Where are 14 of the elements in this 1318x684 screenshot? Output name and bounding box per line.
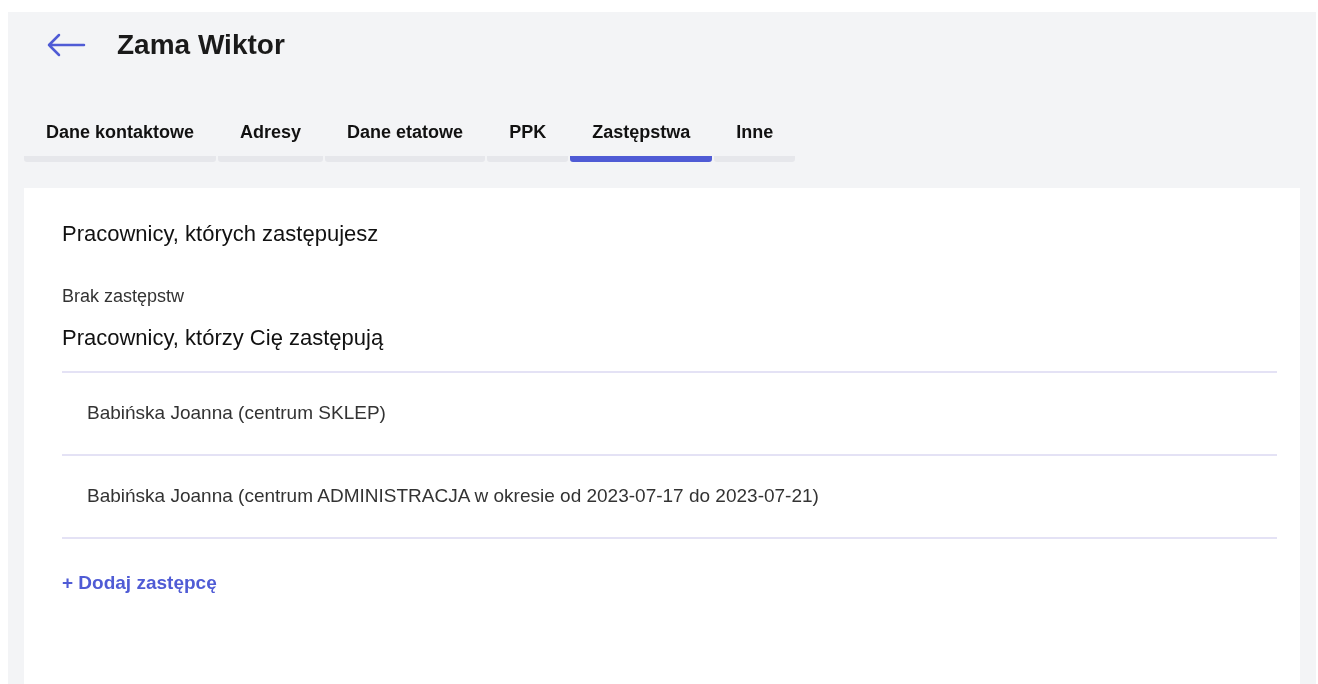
substitute-entry: Babińska Joanna (centrum ADMINISTRACJA w okresie od 2023-07-17 do 2023-07-21) <box>87 484 819 509</box>
section-heading: Pracownicy, których zastępujesz <box>62 220 380 248</box>
tab[interactable]: Zastępstwa <box>570 108 713 162</box>
substitute-entry: Babińska Joanna (centrum SKLEP) <box>87 401 386 426</box>
back-arrow-icon <box>46 33 86 57</box>
tab[interactable]: Adresy <box>218 108 324 162</box>
add-substitute-link[interactable]: + Dodaj zastępcę <box>62 569 217 598</box>
tab[interactable]: Dane etatowe <box>325 108 486 162</box>
tab[interactable]: Dane kontaktowe <box>24 108 217 162</box>
page-title: Zama Wiktor <box>117 28 285 62</box>
empty-message: Brak zastępstw <box>62 285 186 308</box>
tab[interactable]: Inne <box>714 108 796 162</box>
section-heading: Pracownicy, którzy Cię zastępują <box>62 324 385 352</box>
tab[interactable]: PPK <box>487 108 569 162</box>
